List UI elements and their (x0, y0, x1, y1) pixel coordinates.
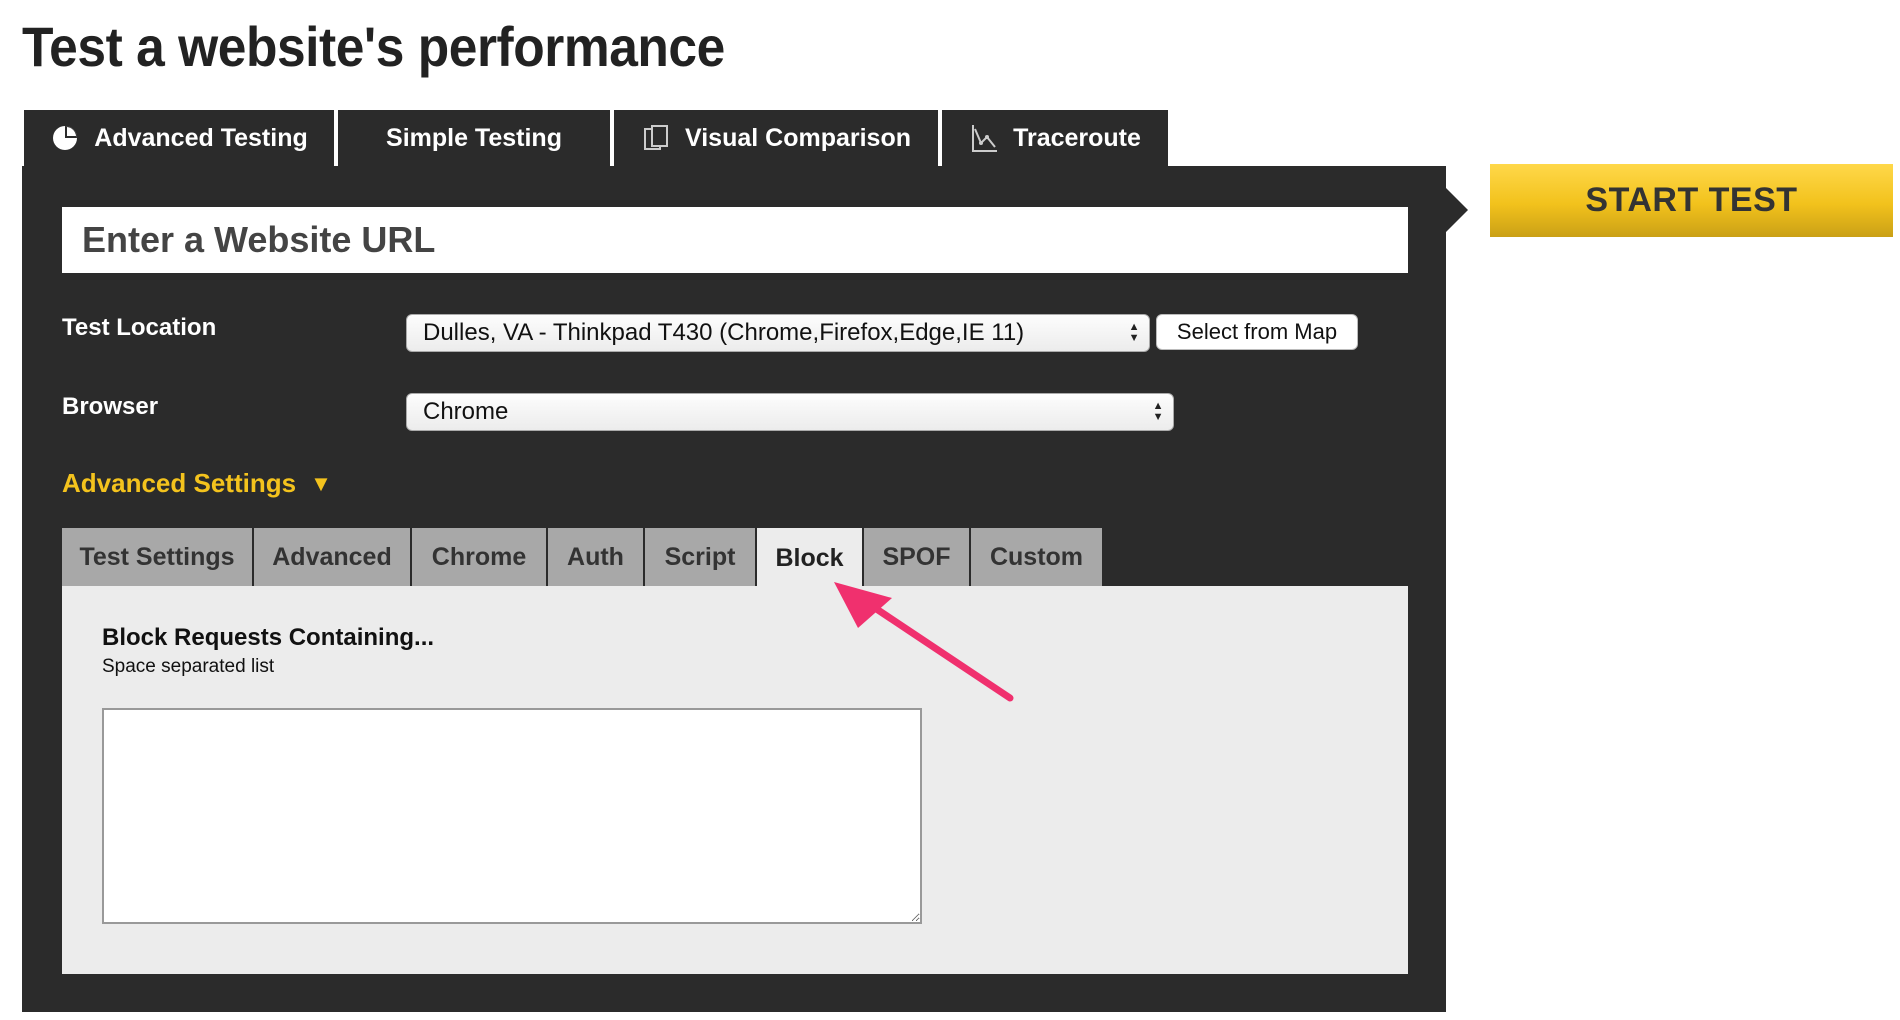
advanced-settings-label: Advanced Settings (62, 468, 297, 498)
block-requests-textarea[interactable] (102, 708, 922, 924)
annotation-arrow-icon (834, 582, 1014, 702)
tab-label: SPOF (882, 542, 951, 571)
expand-triangle-icon: ▼ (310, 470, 332, 496)
test-location-select[interactable]: Dulles, VA - Thinkpad T430 (Chrome,Firef… (406, 314, 1150, 352)
select-arrows-icon: ▲ ▼ (1128, 321, 1140, 344)
browser-value: Chrome (423, 398, 509, 425)
tab-label: Visual Comparison (685, 123, 911, 152)
tab-test-settings[interactable]: Test Settings (62, 528, 254, 586)
select-arrows-icon: ▲ ▼ (1152, 400, 1164, 423)
select-from-map-button[interactable]: Select from Map (1156, 314, 1358, 350)
tab-label: Advanced (272, 542, 392, 571)
block-requests-heading: Block Requests Containing... (102, 624, 435, 651)
traceroute-graph-icon (969, 123, 999, 153)
url-input[interactable] (62, 207, 1408, 273)
tab-label: Custom (989, 542, 1084, 571)
test-location-label: Test Location (62, 314, 217, 341)
tab-visual-comparison[interactable]: Visual Comparison (612, 108, 940, 166)
panel-pointer-notch (1446, 188, 1468, 232)
advanced-settings-toggle[interactable]: Advanced Settings ▼ (62, 468, 332, 499)
tab-simple-testing[interactable]: Simple Testing (336, 108, 612, 166)
tab-chrome[interactable]: Chrome (412, 528, 548, 586)
tab-label: Block (775, 543, 844, 572)
tab-script[interactable]: Script (645, 528, 757, 586)
test-location-value: Dulles, VA - Thinkpad T430 (Chrome,Firef… (423, 319, 1025, 346)
document-compare-icon (641, 123, 671, 153)
tab-custom[interactable]: Custom (971, 528, 1102, 586)
settings-tab-bar: Test Settings Advanced Chrome Auth Scrip… (62, 528, 1102, 588)
tab-label: Script (664, 542, 736, 571)
tab-advanced-testing[interactable]: Advanced Testing (22, 108, 336, 166)
tab-label: Test Settings (79, 542, 235, 571)
tab-label: Traceroute (1013, 123, 1141, 152)
page-title: Test a website's performance (22, 15, 725, 78)
tab-block[interactable]: Block (757, 528, 864, 588)
tab-label: Advanced Testing (94, 123, 308, 152)
pie-chart-icon (50, 123, 80, 153)
tab-spof[interactable]: SPOF (864, 528, 971, 586)
tab-label: Simple Testing (386, 123, 562, 152)
top-tab-bar: Advanced Testing Simple Testing Visual C… (22, 108, 1170, 166)
tab-auth[interactable]: Auth (548, 528, 645, 586)
browser-select[interactable]: Chrome ▲ ▼ (406, 393, 1174, 431)
tab-label: Auth (567, 542, 624, 571)
tab-traceroute[interactable]: Traceroute (940, 108, 1170, 166)
start-test-button[interactable]: START TEST (1490, 164, 1893, 237)
tab-advanced[interactable]: Advanced (254, 528, 412, 586)
block-requests-hint: Space separated list (102, 656, 275, 677)
browser-label: Browser (62, 393, 159, 420)
tab-label: Chrome (431, 542, 527, 571)
